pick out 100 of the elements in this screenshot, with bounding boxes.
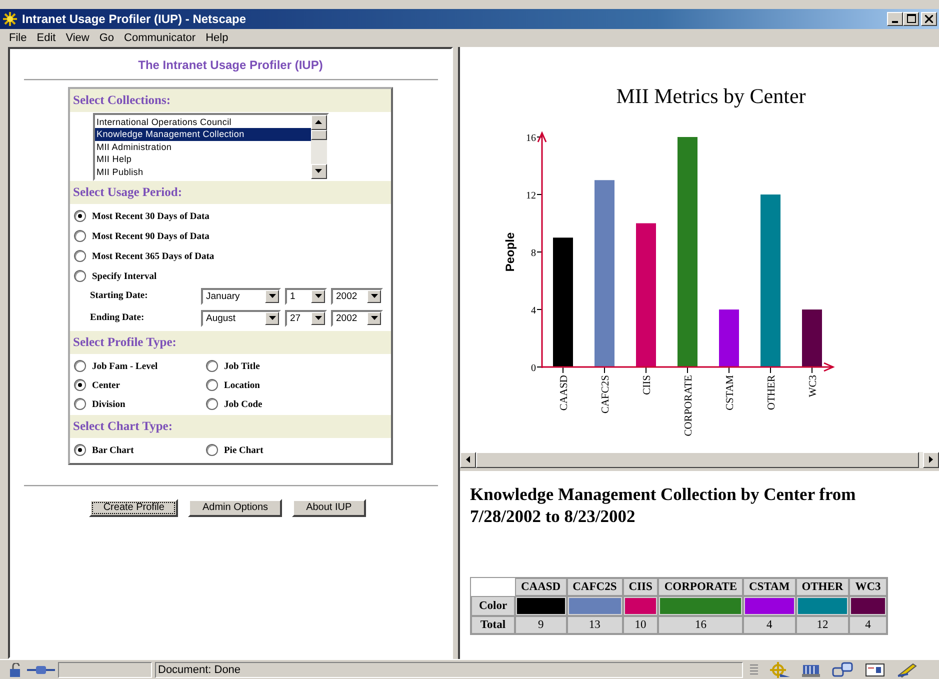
column-header: WC3 bbox=[849, 578, 887, 596]
section-heading: Select Profile Type: bbox=[70, 330, 391, 354]
close-button[interactable] bbox=[921, 12, 937, 26]
caret-icon[interactable] bbox=[314, 316, 322, 320]
radio-button[interactable] bbox=[74, 230, 86, 242]
row-header: Color bbox=[471, 596, 515, 616]
date-label: Ending Date: bbox=[90, 313, 146, 324]
radio-button[interactable] bbox=[74, 270, 86, 282]
table-cell: 4 bbox=[743, 616, 796, 634]
radio-button[interactable] bbox=[74, 210, 86, 222]
caret-icon[interactable] bbox=[314, 294, 322, 298]
wheel-icon[interactable] bbox=[768, 662, 790, 678]
radio-button[interactable] bbox=[206, 398, 218, 410]
option-label: Location bbox=[224, 381, 260, 392]
caret-icon[interactable] bbox=[370, 316, 378, 320]
close-icon bbox=[925, 14, 933, 23]
form-button[interactable]: Create Profile bbox=[89, 498, 178, 517]
left-arrow-icon[interactable] bbox=[466, 456, 470, 464]
option-label: Specify Interval bbox=[92, 272, 157, 282]
form-button[interactable]: About IUP bbox=[292, 498, 366, 517]
table-cell: 16 bbox=[658, 616, 743, 634]
row-header: Total bbox=[471, 616, 515, 634]
option-label: Bar Chart bbox=[92, 446, 134, 456]
list-item[interactable]: International Operations Council bbox=[94, 116, 310, 128]
list-item[interactable]: MII Help bbox=[94, 153, 310, 166]
radio-button[interactable] bbox=[206, 360, 218, 372]
menu-item[interactable]: View bbox=[60, 32, 94, 44]
radio-button[interactable] bbox=[74, 398, 86, 410]
dropdown[interactable]: August bbox=[201, 310, 281, 327]
table-cell: 12 bbox=[796, 616, 850, 634]
radio-button[interactable] bbox=[74, 444, 86, 456]
maximize-icon bbox=[906, 14, 916, 24]
dropdown[interactable]: 2002 bbox=[331, 310, 383, 327]
radio-button[interactable] bbox=[74, 250, 86, 262]
dropdown[interactable]: 27 bbox=[285, 310, 327, 327]
report-title: Knowledge Management Collection by Center from 7/28/2002 to 8/23/2002 bbox=[470, 482, 857, 527]
category-label: CAASD bbox=[559, 374, 570, 411]
scrollbar[interactable] bbox=[310, 114, 326, 179]
list-item[interactable]: Knowledge Management Collection bbox=[94, 128, 310, 141]
caret-icon[interactable] bbox=[268, 316, 276, 320]
axis-title: People bbox=[503, 232, 517, 272]
bar bbox=[802, 309, 822, 367]
caret-icon[interactable] bbox=[268, 294, 276, 298]
chart-title: MII Metrics by Center bbox=[616, 84, 806, 108]
tick-label: 4 bbox=[531, 305, 536, 316]
option-label: Division bbox=[92, 400, 126, 410]
up-arrow-icon[interactable] bbox=[315, 120, 322, 124]
table-cell: 9 bbox=[515, 616, 567, 634]
section-heading: Select Usage Period: bbox=[70, 180, 391, 204]
menu-item[interactable]: File bbox=[4, 32, 32, 44]
date-label: Starting Date: bbox=[90, 291, 149, 302]
option-label: Job Code bbox=[224, 400, 262, 410]
radio-button[interactable] bbox=[206, 444, 218, 456]
form-button[interactable]: Admin Options bbox=[188, 498, 282, 517]
chat-icon[interactable] bbox=[832, 662, 854, 678]
collection-list[interactable]: International Operations Council Knowledge Management Collection MII Administration MII Help MII Publish bbox=[92, 112, 328, 181]
column-header: CAASD bbox=[515, 578, 567, 596]
sun-icon bbox=[2, 10, 18, 27]
section-heading: Select Chart Type: bbox=[70, 414, 391, 438]
dropdown[interactable]: 1 bbox=[285, 288, 327, 305]
tick-label: 0 bbox=[531, 362, 536, 374]
column-header: CORPORATE bbox=[658, 578, 743, 596]
section-heading: Select Collections: bbox=[70, 88, 391, 112]
radio-button[interactable] bbox=[74, 360, 86, 372]
category-label: CIIS bbox=[642, 374, 653, 395]
menu-item[interactable]: Communicator bbox=[119, 32, 201, 44]
category-label: OTHER bbox=[766, 374, 778, 410]
list-item[interactable]: MII Publish bbox=[94, 166, 310, 178]
dropdown[interactable]: 2002 bbox=[331, 288, 383, 305]
table-cell: 13 bbox=[566, 616, 623, 634]
bar bbox=[719, 309, 739, 367]
radio-button[interactable] bbox=[206, 378, 218, 391]
option-label: Center bbox=[92, 381, 120, 392]
option-label: Most Recent 90 Days of Data bbox=[92, 232, 210, 242]
maximize-button[interactable] bbox=[903, 12, 919, 26]
category-label: WC3 bbox=[808, 374, 819, 398]
grip-icon bbox=[750, 662, 758, 676]
page-title: The Intranet Usage Profiler (IUP) bbox=[138, 58, 323, 72]
tick-label: 16 bbox=[526, 132, 536, 144]
card-icon[interactable] bbox=[864, 662, 886, 678]
menu-item[interactable]: Help bbox=[200, 32, 234, 44]
option-label: Most Recent 30 Days of Data bbox=[92, 212, 210, 222]
minimize-button[interactable] bbox=[887, 12, 903, 26]
caret-icon[interactable] bbox=[370, 294, 378, 298]
dropdown[interactable]: January bbox=[201, 288, 281, 305]
down-arrow-icon[interactable] bbox=[315, 169, 322, 174]
plug-icon[interactable] bbox=[27, 664, 55, 676]
column-header: CIIS bbox=[622, 578, 658, 596]
tick-label: 8 bbox=[531, 248, 536, 259]
menu-item[interactable]: Go bbox=[94, 32, 120, 44]
option-label: Most Recent 365 Days of Data bbox=[92, 252, 214, 262]
column-header: OTHER bbox=[796, 578, 850, 596]
pen-icon[interactable] bbox=[896, 662, 918, 678]
list-item[interactable]: MII Administration bbox=[94, 140, 310, 154]
right-arrow-icon[interactable] bbox=[929, 456, 933, 464]
column-header: CSTAM bbox=[743, 578, 796, 596]
radio-button[interactable] bbox=[74, 378, 86, 391]
option-label: Pie Chart bbox=[224, 446, 264, 456]
option-label: Job Title bbox=[224, 362, 260, 372]
menu-item[interactable]: Edit bbox=[32, 32, 61, 44]
